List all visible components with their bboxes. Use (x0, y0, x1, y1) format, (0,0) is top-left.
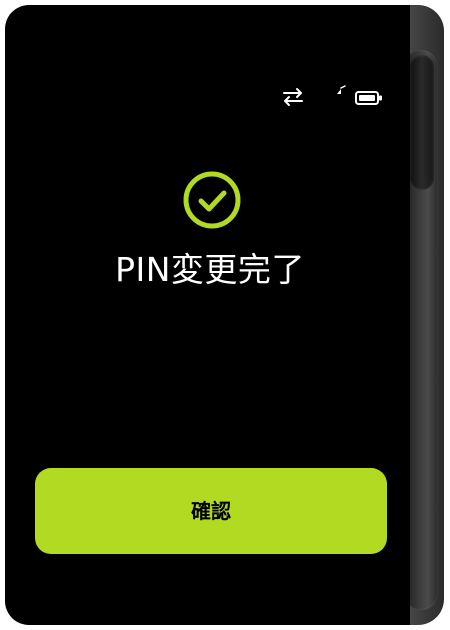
checkmark-circle-icon (183, 171, 241, 229)
hardware-wallet-device: PIN変更完了 確認 (0, 0, 450, 630)
confirm-button[interactable]: 確認 (35, 468, 387, 554)
status-bar (275, 85, 395, 109)
device-screen: PIN変更完了 確認 (5, 5, 410, 625)
battery-icon (355, 91, 382, 105)
device-side-button[interactable] (410, 55, 434, 190)
transfer-icon (283, 88, 303, 106)
signal-icon (337, 85, 346, 94)
page-title: PIN変更完了 (115, 250, 305, 289)
